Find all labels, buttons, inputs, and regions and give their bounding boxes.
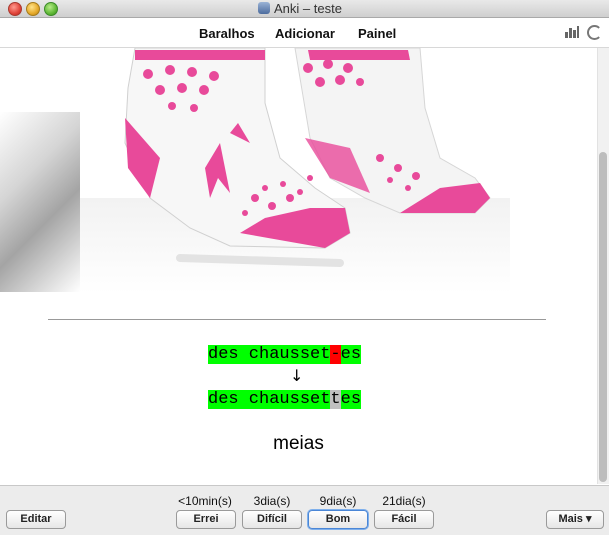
correct-segment-good: des chausset — [208, 390, 331, 409]
window-title: Anki – teste — [274, 1, 342, 16]
hard-button[interactable]: Difícil — [242, 510, 302, 529]
card-scrollbar-thumb[interactable] — [599, 152, 607, 482]
interval-again-label: <10min(s) — [178, 494, 232, 508]
socks-image — [80, 48, 510, 294]
close-window-button[interactable] — [8, 2, 22, 16]
interval-hard-label: 3dia(s) — [253, 494, 291, 508]
typed-answer-comparison: des chausset-es — [208, 345, 362, 364]
sync-icon[interactable] — [587, 25, 602, 40]
typed-segment-good: es — [340, 345, 362, 364]
comparison-arrow: ↓ — [290, 366, 304, 385]
easy-button[interactable]: Fácil — [374, 510, 434, 529]
stats-chart-icon[interactable] — [565, 26, 579, 38]
zoom-window-button[interactable] — [44, 2, 58, 16]
decorative-shadow — [0, 112, 80, 292]
minimize-window-button[interactable] — [26, 2, 40, 16]
card-view: des chausset-es ↓ des chaussettes meias — [0, 48, 597, 484]
correct-segment-missed: t — [330, 390, 341, 409]
interval-good-label: 9dia(s) — [319, 494, 357, 508]
main-toolbar: Baralhos Adicionar Painel — [0, 18, 609, 48]
good-button[interactable]: Bom — [308, 510, 368, 529]
toolbar-add-link[interactable]: Adicionar — [275, 26, 335, 41]
again-button[interactable]: Errei — [176, 510, 236, 529]
anki-app-icon — [258, 2, 270, 14]
interval-easy-label: 21dia(s) — [382, 494, 426, 508]
edit-button[interactable]: Editar — [6, 510, 66, 529]
typed-segment-good: des chausset — [208, 345, 331, 364]
typed-segment-bad: - — [330, 345, 341, 364]
correct-answer-comparison: des chaussettes — [208, 390, 362, 409]
toolbar-stats-link[interactable]: Painel — [358, 26, 396, 41]
toolbar-decks-link[interactable]: Baralhos — [199, 26, 255, 41]
correct-segment-good: es — [340, 390, 362, 409]
more-button[interactable]: Mais ▾ — [546, 510, 604, 529]
title-bar: Anki – teste — [0, 0, 609, 18]
review-bottom-bar: Editar <10min(s) 3dia(s) 9dia(s) 21dia(s… — [0, 485, 609, 535]
answer-divider — [48, 319, 546, 320]
card-answer-text: meias — [273, 433, 324, 454]
